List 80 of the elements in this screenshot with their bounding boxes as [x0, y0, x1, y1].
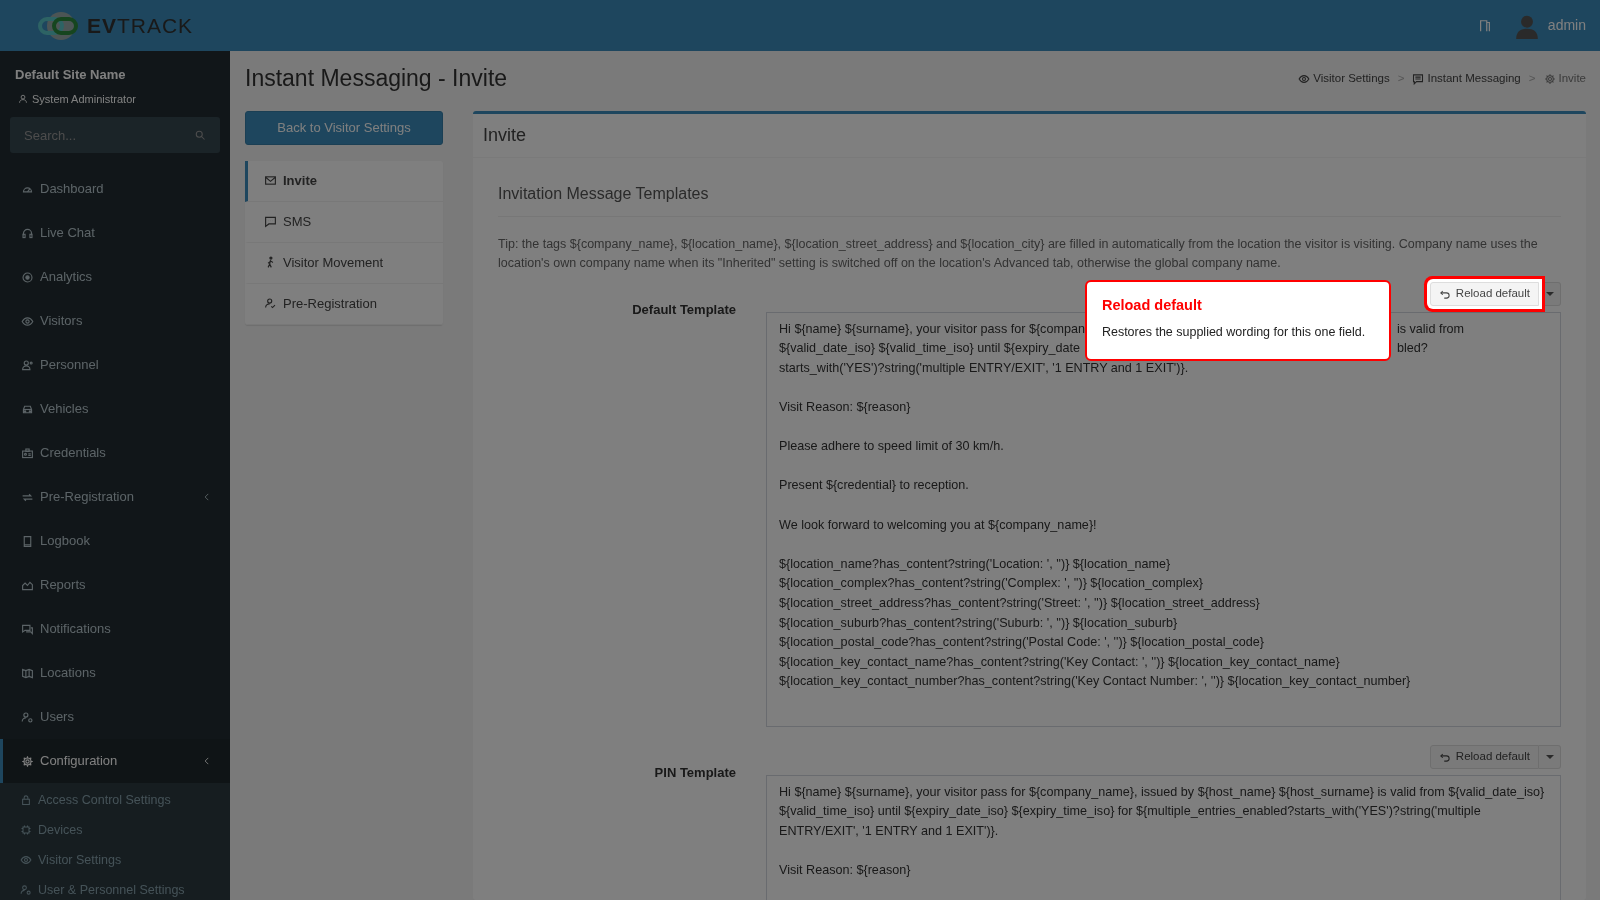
template-line: bled?: [1395, 340, 1429, 358]
dropdown-toggle[interactable]: [1539, 744, 1561, 769]
headset-icon: [21, 226, 34, 240]
chevron-icon: [202, 492, 212, 502]
section-title: Invitation Message Templates: [498, 181, 1561, 217]
panel-title: Invite: [473, 113, 1586, 158]
user-icon: [18, 93, 28, 104]
chat-icon: [264, 215, 277, 229]
template-line: ${location_key_contact_name?has_content?string('Key Contact: ', '')} ${location_key_contact_name}: [779, 653, 1341, 671]
chevron-icon: [202, 756, 212, 766]
field-label: PIN Template: [653, 763, 736, 782]
template-line: starts_with('YES')?string('multiple ENTRY/EXIT', '1 ENTRY and 1 EXIT')}.: [779, 359, 1190, 377]
sidebar-item[interactable]: Pre-Registration: [0, 475, 230, 519]
user-name[interactable]: admin: [1547, 15, 1586, 36]
chip-icon: [20, 824, 32, 836]
sidebar-item[interactable]: Visitors: [0, 299, 230, 343]
template-line: ${valid_date_iso} ${valid_time_iso} until ${expiry_date: [779, 340, 1082, 358]
id-card-icon: [21, 446, 34, 460]
template-line: ${location_name?has_content?string('Location: ', '')} ${location_name}: [779, 555, 1172, 573]
template-line: Hi ${name} ${surname}, your visitor pass for ${compan: [779, 320, 1085, 338]
gear-icon: [1543, 72, 1556, 85]
caret-icon: [1545, 291, 1554, 296]
sidebar-item[interactable]: Analytics: [0, 255, 230, 299]
sidebar-item[interactable]: Vehicles: [0, 387, 230, 431]
caret-icon: [1545, 754, 1554, 759]
book-icon: [21, 534, 34, 548]
popover-title: Reload default: [1101, 295, 1203, 315]
menu-item[interactable]: Invite: [245, 160, 443, 202]
gear-icon: [21, 754, 34, 768]
person-icon: [21, 358, 34, 372]
sidebar-item[interactable]: Credentials: [0, 431, 230, 475]
template-line: ${location_complex?has_content?string('Complex: ', '')} ${location_complex}: [779, 575, 1205, 593]
door-icon: [1477, 18, 1492, 33]
template-field[interactable]: Hi ${name} ${surname}, your visitor pass for ${company_name}, issued by ${host_name} ${host_surname} is valid from ${valid_date_iso} ${valid_time_iso} until ${expiry_date_iso} ${expiry_time_iso} for ${multiple_entries_enabled?starts_with('YES')?string('multiple ENTRY/EXIT', '1 ENTRY and 1 EXIT')}. Visit Reason: ${reason}: [766, 774, 1561, 900]
breadcrumb-current: Invite: [1543, 70, 1586, 88]
template-line: Present ${credential} to reception.: [779, 477, 970, 495]
logo-icon: [36, 9, 81, 42]
template-line: ${location_key_contact_number?has_content?string('Key Contact Number: ', '')} ${location_key_contact_number}: [779, 673, 1412, 691]
template-line: We look forward to welcoming you at ${company_name}!: [779, 516, 1098, 534]
eye-icon: [21, 314, 34, 328]
breadcrumb-separator: >: [1397, 71, 1405, 87]
template-line: ${location_suburb?has_content?string('Suburb: ', '')} ${location_suburb}: [779, 614, 1179, 632]
menu-item[interactable]: SMS: [245, 201, 443, 243]
reload-button[interactable]: Reload default: [1429, 744, 1539, 769]
sidebar-item[interactable]: Personnel: [0, 343, 230, 387]
logo-text: EVTRACK: [86, 12, 194, 39]
map-icon: [21, 666, 34, 680]
sidebar-item[interactable]: Users: [0, 695, 230, 739]
breadcrumb-separator: >: [1528, 71, 1536, 87]
lock-icon: [20, 794, 32, 806]
search-icon: [194, 129, 206, 141]
sidebar-item[interactable]: Locations: [0, 651, 230, 695]
envelope-icon: [264, 174, 277, 188]
eye-icon: [1298, 72, 1311, 85]
sidebar-item[interactable]: Logbook: [0, 519, 230, 563]
message-icon: [1412, 72, 1425, 85]
user-role: System Administrator: [32, 91, 136, 107]
sidebar-item[interactable]: Dashboard: [0, 167, 230, 211]
sidebar-item[interactable]: Notifications: [0, 607, 230, 651]
back-button[interactable]: Back to Visitor Settings: [245, 110, 443, 145]
popover-text: Restores the supplied wording for this one field.: [1101, 324, 1367, 342]
template-line: is valid from: [1395, 320, 1466, 338]
menu-item[interactable]: Visitor Movement: [245, 242, 443, 284]
template-line: ${location_street_address?has_content?string('Street: ', '')} ${location_street_address}: [779, 594, 1261, 612]
sidebar-item[interactable]: Live Chat: [0, 211, 230, 255]
chat-icon: [21, 622, 34, 636]
site-name: Default Site Name: [14, 66, 127, 84]
sidebar-item[interactable]: Reports: [0, 563, 230, 607]
user-check-icon: [264, 297, 277, 311]
breadcrumb-link[interactable]: Instant Messaging: [1412, 70, 1521, 88]
menu-item[interactable]: Pre-Registration: [245, 283, 443, 325]
page-title: Instant Messaging - Invite: [245, 65, 508, 93]
template-line: Please adhere to speed limit of 30 km/h.: [779, 438, 1005, 456]
template-line: ${location_postal_code?has_content?string('Postal Code: ', '')} ${location_postal_code}: [779, 634, 1266, 652]
tip-text: Tip: the tags ${company_name}, ${location_name}, ${location_street_address} and ${location_city} are filled in automatically from the location the visitor is visiting. Company name uses the location's own company name when its "Inherited" setting is switched off on the location's Advanced tab, otherwise the global company name.: [498, 235, 1539, 273]
breadcrumb-link[interactable]: Visitor Settings: [1298, 70, 1390, 88]
field-label: Default Template: [631, 300, 736, 319]
eye-icon: [20, 854, 32, 866]
target-icon: [21, 270, 34, 284]
template-line: Visit Reason: ${reason}: [779, 398, 912, 416]
